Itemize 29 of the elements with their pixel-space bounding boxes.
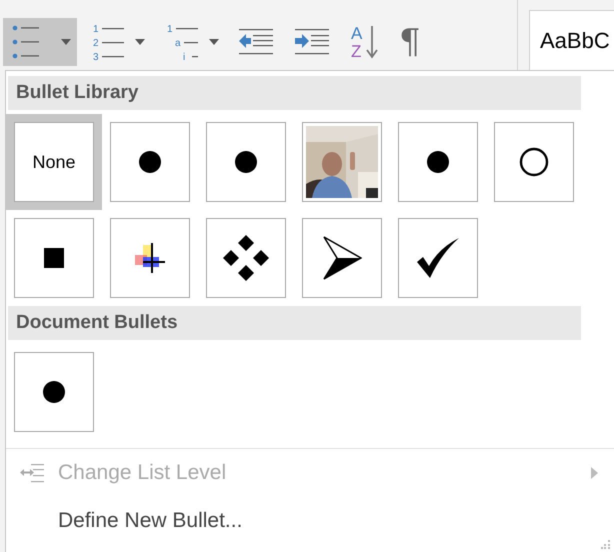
caret-icon [61, 39, 71, 45]
check-icon [417, 238, 459, 278]
dot-icon [138, 150, 162, 174]
increase-indent-icon [293, 27, 331, 57]
pilcrow-button[interactable]: ¶ [393, 18, 427, 66]
pilcrow-icon: ¶ [399, 25, 421, 59]
resize-grip-icon [601, 539, 611, 549]
dot-icon [42, 380, 66, 404]
bullets-button[interactable] [3, 18, 77, 66]
circle-icon [519, 147, 549, 177]
bullet-option[interactable]: None [6, 114, 102, 210]
caret-icon [135, 39, 145, 45]
submenu-arrow-icon [591, 467, 598, 479]
define-bullet-item[interactable]: Define New Bullet... [6, 497, 614, 545]
dot-icon [426, 150, 450, 174]
decrease-indent-icon [237, 27, 275, 57]
level-arrows-icon [19, 463, 45, 483]
caret-icon [209, 39, 219, 45]
section-header: Document Bullets [8, 306, 581, 340]
square-icon [44, 248, 64, 268]
colorful-cross-icon [135, 243, 165, 273]
numbering-button[interactable]: 1 2 3 [83, 18, 151, 66]
style-preview[interactable]: AaBbC [529, 10, 614, 72]
section-header: Bullet Library [8, 76, 581, 110]
dot-icon [234, 150, 258, 174]
diamonds-icon [223, 235, 269, 281]
multilevel-button[interactable]: 1 a i [157, 18, 225, 66]
arrow-icon [322, 236, 362, 280]
sort-button[interactable]: A Z [343, 18, 387, 66]
